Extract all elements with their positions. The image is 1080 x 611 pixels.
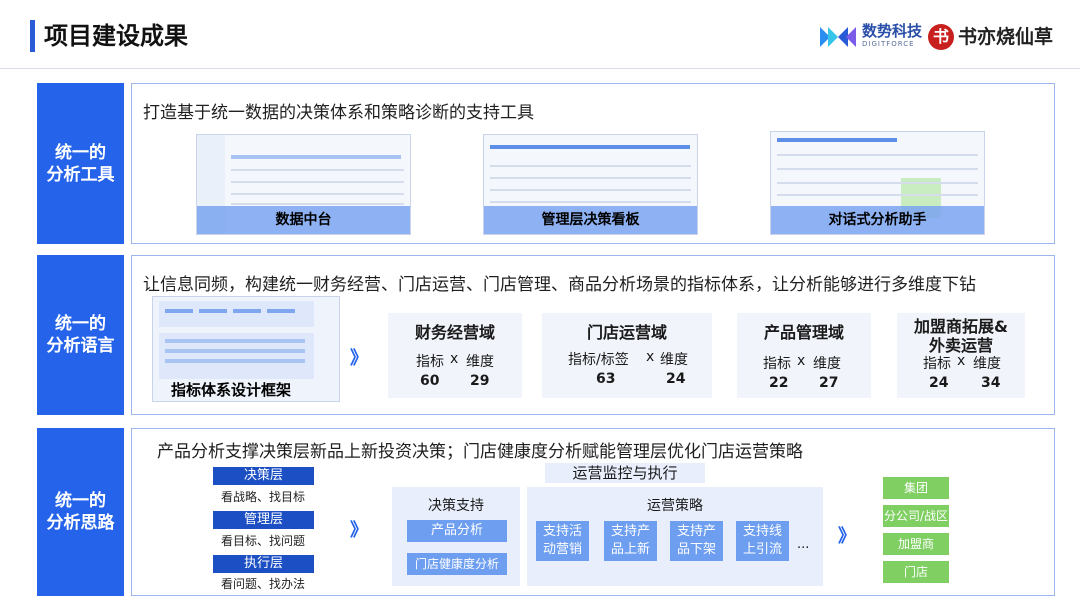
domain-metric-count: 22 — [769, 375, 789, 391]
layer-management: 管理层 — [213, 511, 314, 529]
section2-label: 统一的 分析语言 — [37, 255, 124, 415]
framework-caption: 指标体系设计框架 — [171, 381, 292, 399]
tool-screenshot-chat-assistant: 对话式分析助手 — [770, 131, 985, 235]
tool-caption: 数据中台 — [197, 206, 410, 234]
domain-dim-count: 27 — [819, 375, 839, 391]
shuyi-logo-icon: 书 — [928, 24, 954, 50]
tool-caption: 管理层决策看板 — [484, 206, 697, 234]
layer-decision-desc: 看战略、找目标 — [220, 490, 305, 504]
domain-metric-label: 指标/标签 — [568, 352, 629, 368]
domain-metric-label: 指标 — [416, 354, 444, 370]
domain-card-franchise: 加盟商拓展& 外卖运营 指标 x 维度 24 34 — [897, 313, 1025, 398]
tool-screenshot-management-dashboard: 管理层决策看板 — [483, 134, 698, 235]
decision-support-title: 决策支持 — [428, 498, 484, 514]
metric-framework-diagram: 指标体系设计框架 — [152, 296, 340, 402]
domain-metric-count: 63 — [596, 371, 616, 387]
domain-metric-label: 指标 — [923, 356, 951, 372]
strategy-title: 运营策略 — [647, 498, 703, 514]
org-branch: 分公司/战区 — [883, 505, 949, 527]
domain-dim-label: 维度 — [973, 356, 1001, 372]
strategy-item-traffic: 支持线 上引流 — [736, 521, 789, 561]
header-divider — [0, 68, 1080, 69]
section1-heading: 打造基于统一数据的决策体系和策略诊断的支持工具 — [143, 103, 534, 123]
section2-heading: 让信息同频，构建统一财务经营、门店运营、门店管理、商品分析场景的指标体系，让分析… — [143, 275, 976, 295]
layer-management-desc: 看目标、找问题 — [220, 534, 305, 548]
strategy-ellipsis: ... — [797, 537, 810, 552]
org-franchisee: 加盟商 — [883, 533, 949, 555]
domain-dim-label: 维度 — [466, 354, 494, 370]
section3-label: 统一的 分析思路 — [37, 428, 124, 596]
domain-card-finance: 财务经营域 指标 x 维度 60 29 — [388, 313, 522, 398]
domain-dim-count: 24 — [666, 371, 686, 387]
domain-x: x — [797, 353, 806, 369]
chevron-right-icon: 》 — [838, 526, 856, 547]
domain-dim-count: 34 — [981, 375, 1001, 391]
digitforce-logo-sub: DIGITFORCE — [862, 40, 915, 48]
domain-title: 财务经营域 — [414, 323, 495, 342]
tool-caption: 对话式分析助手 — [771, 206, 984, 234]
domain-title: 门店运营域 — [586, 323, 667, 342]
domain-title: 产品管理域 — [763, 323, 844, 342]
title-accent-bar — [30, 20, 35, 52]
monitoring-title: 运营监控与执行 — [545, 463, 705, 483]
decision-item-store-health: 门店健康度分析 — [407, 553, 507, 575]
domain-dim-label: 维度 — [813, 356, 841, 372]
layer-execution-desc: 看问题、找办法 — [220, 577, 305, 591]
domain-metric-label: 指标 — [763, 356, 791, 372]
decision-support-box: 决策支持 产品分析 门店健康度分析 — [392, 487, 520, 586]
domain-dim-count: 29 — [470, 373, 490, 389]
domain-x: x — [450, 351, 459, 367]
tool-screenshot-data-platform: 数据中台 — [196, 134, 411, 235]
domain-card-product: 产品管理域 指标 x 维度 22 27 — [737, 313, 871, 398]
domain-x: x — [957, 353, 966, 369]
layer-execution: 执行层 — [213, 555, 314, 573]
domain-metric-count: 60 — [420, 373, 440, 389]
strategy-item-launch: 支持产 品上新 — [604, 521, 657, 561]
domain-card-store-ops: 门店运营域 指标/标签 x 维度 63 24 — [542, 313, 712, 398]
section3-heading: 产品分析支撑决策层新品上新投资决策；门店健康度分析赋能管理层优化门店运营策略 — [157, 442, 803, 462]
org-store: 门店 — [883, 561, 949, 583]
domain-x: x — [646, 349, 655, 365]
digitforce-logo-name: 数势科技 — [862, 22, 923, 40]
section1-label: 统一的 分析工具 — [37, 83, 124, 244]
layer-decision: 决策层 — [213, 467, 314, 485]
domain-metric-count: 24 — [929, 375, 949, 391]
chevron-right-icon: 》 — [350, 520, 368, 541]
shuyi-logo-name: 书亦烧仙草 — [958, 26, 1054, 48]
digitforce-logo-icon — [820, 27, 856, 47]
page-title: 项目建设成果 — [44, 22, 188, 50]
ops-strategy-box: 运营策略 支持活 动营销 支持产 品上新 支持产 品下架 支持线 上引流 ... — [527, 487, 823, 586]
decision-item-product: 产品分析 — [407, 520, 507, 542]
domain-dim-label: 维度 — [660, 352, 688, 368]
chevron-right-icon: 》 — [350, 348, 368, 369]
strategy-item-delist: 支持产 品下架 — [670, 521, 723, 561]
domain-title: 加盟商拓展& 外卖运营 — [914, 317, 1008, 355]
org-group: 集团 — [883, 477, 949, 499]
strategy-item-marketing: 支持活 动营销 — [536, 521, 589, 561]
